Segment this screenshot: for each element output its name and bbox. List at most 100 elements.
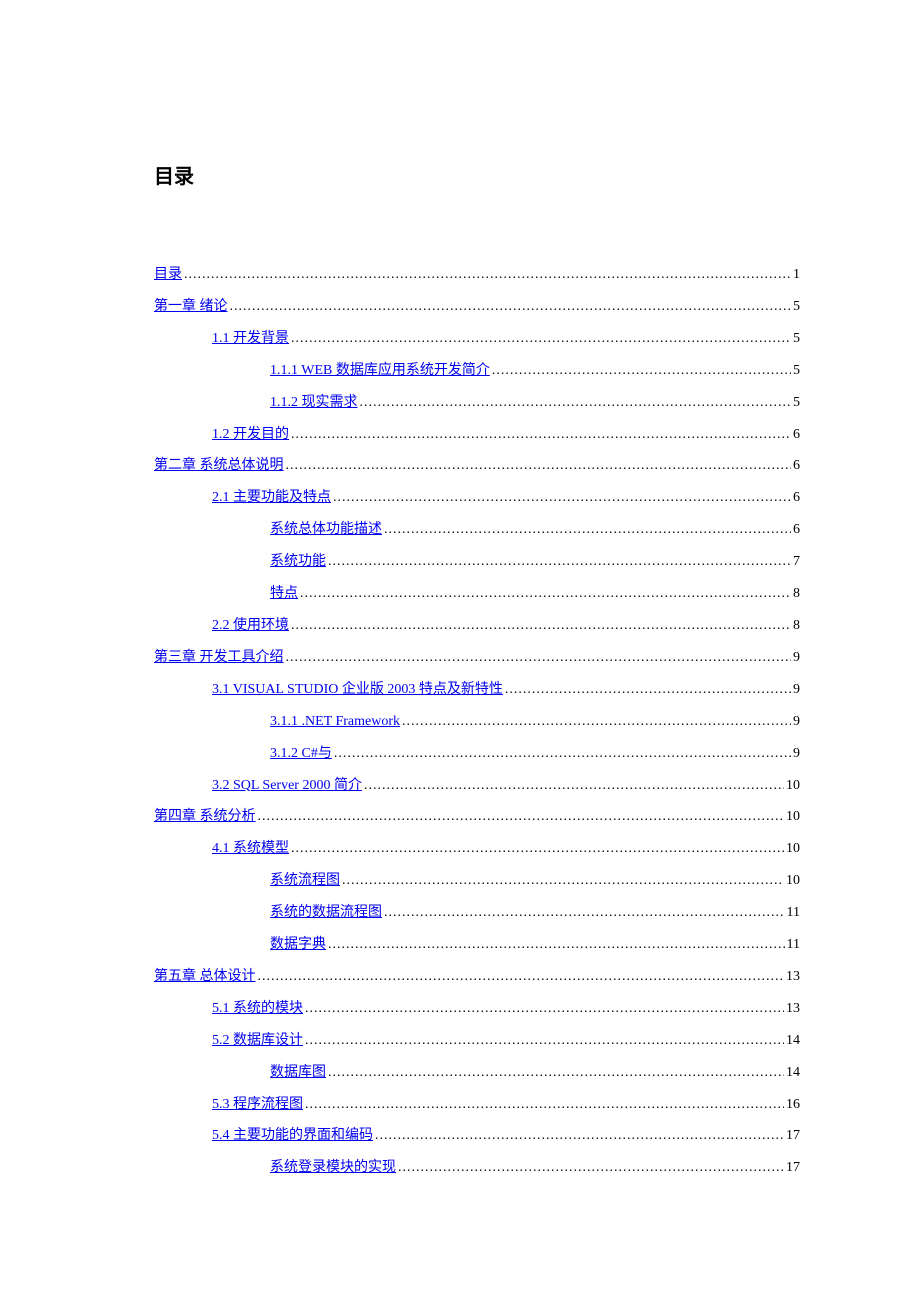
toc-leader-dots <box>300 578 791 610</box>
toc-entry: 4.1 系统模型 10 <box>154 833 800 865</box>
toc-link[interactable]: 第四章 系统分析 <box>154 801 256 833</box>
toc-entry: 1.1.1 WEB 数据库应用系统开发简介5 <box>154 355 800 387</box>
toc-entry: 数据库图14 <box>154 1057 800 1089</box>
toc-link[interactable]: 4.1 系统模型 <box>212 833 289 865</box>
toc-leader-dots <box>505 674 791 706</box>
toc-page-number: 6 <box>793 419 800 451</box>
toc-page-number: 10 <box>786 833 800 865</box>
toc-leader-dots <box>258 961 785 993</box>
toc-link[interactable]: 5.4 主要功能的界面和编码 <box>212 1120 373 1152</box>
toc-entry: 系统登录模块的实现 17 <box>154 1152 800 1184</box>
toc-page-number: 5 <box>793 387 800 419</box>
toc-link[interactable]: 第五章 总体设计 <box>154 961 256 993</box>
toc-leader-dots <box>230 291 792 323</box>
toc-page-number: 17 <box>786 1152 800 1184</box>
toc-page-number: 8 <box>793 610 800 642</box>
toc-page-number: 5 <box>793 323 800 355</box>
toc-entry: 特点8 <box>154 578 800 610</box>
toc-link[interactable]: 2.1 主要功能及特点 <box>212 482 331 514</box>
toc-entry: 目录 1 <box>154 259 800 291</box>
toc-entry: 第四章 系统分析 10 <box>154 801 800 833</box>
toc-entry: 3.1.2 C#与 9 <box>154 738 800 770</box>
toc-leader-dots <box>364 770 784 802</box>
toc-page-number: 11 <box>787 929 800 961</box>
toc-link[interactable]: 5.1 系统的模块 <box>212 993 303 1025</box>
toc-leader-dots <box>291 419 791 451</box>
toc-leader-dots <box>328 929 785 961</box>
toc-page-number: 10 <box>786 770 800 802</box>
toc-entry: 第三章 开发工具介绍 9 <box>154 642 800 674</box>
toc-leader-dots <box>291 610 791 642</box>
toc-page-number: 11 <box>787 897 800 929</box>
toc-leader-dots <box>333 482 791 514</box>
toc-page-number: 13 <box>786 993 800 1025</box>
toc-leader-dots <box>384 514 791 546</box>
toc-page-number: 5 <box>793 291 800 323</box>
toc-link[interactable]: 系统功能 <box>270 546 326 578</box>
toc-leader-dots <box>398 1152 784 1184</box>
toc-page-number: 9 <box>793 738 800 770</box>
toc-page-number: 14 <box>786 1025 800 1057</box>
toc-link[interactable]: 系统流程图 <box>270 865 340 897</box>
toc-link[interactable]: 5.2 数据库设计 <box>212 1025 303 1057</box>
toc-link[interactable]: 5.3 程序流程图 <box>212 1089 303 1121</box>
toc-leader-dots <box>305 993 784 1025</box>
toc-link[interactable]: 2.2 使用环境 <box>212 610 289 642</box>
toc-entry: 系统流程图 10 <box>154 865 800 897</box>
toc-leader-dots <box>305 1025 784 1057</box>
toc-link[interactable]: 1.1 开发背景 <box>212 323 289 355</box>
toc-page-number: 13 <box>786 961 800 993</box>
toc-entry: 5.1 系统的模块 13 <box>154 993 800 1025</box>
toc-leader-dots <box>402 706 791 738</box>
toc-link[interactable]: 1.1.2 现实需求 <box>270 387 358 419</box>
toc-page-number: 9 <box>793 642 800 674</box>
toc-link[interactable]: 第三章 开发工具介绍 <box>154 642 284 674</box>
toc-entry: 第五章 总体设计 13 <box>154 961 800 993</box>
toc-link[interactable]: 3.1 VISUAL STUDIO 企业版 2003 特点及新特性 <box>212 674 503 706</box>
toc-page-number: 6 <box>793 514 800 546</box>
toc-entry: 数据字典 11 <box>154 929 800 961</box>
toc-leader-dots <box>328 1057 784 1089</box>
toc-link[interactable]: 1.2 开发目的 <box>212 419 289 451</box>
toc-link[interactable]: 系统登录模块的实现 <box>270 1152 396 1184</box>
toc-link[interactable]: 1.1.1 WEB 数据库应用系统开发简介 <box>270 355 490 387</box>
toc-leader-dots <box>384 897 785 929</box>
toc-leader-dots <box>258 801 785 833</box>
toc-link[interactable]: 系统总体功能描述 <box>270 514 382 546</box>
toc-link[interactable]: 3.2 SQL Server 2000 简介 <box>212 770 362 802</box>
toc-link[interactable]: 数据字典 <box>270 929 326 961</box>
toc-entry: 5.4 主要功能的界面和编码 17 <box>154 1120 800 1152</box>
toc-page-number: 16 <box>786 1089 800 1121</box>
toc-page-number: 17 <box>786 1120 800 1152</box>
toc-leader-dots <box>286 450 792 482</box>
toc-link[interactable]: 目录 <box>154 259 182 291</box>
toc-link[interactable]: 第二章 系统总体说明 <box>154 450 284 482</box>
toc-link[interactable]: 3.1.1 .NET Framework <box>270 706 400 738</box>
toc-leader-dots <box>305 1089 784 1121</box>
toc-page-number: 6 <box>793 450 800 482</box>
toc-leader-dots <box>334 738 791 770</box>
toc-entry: 3.1.1 .NET Framework 9 <box>154 706 800 738</box>
toc-page-number: 9 <box>793 674 800 706</box>
toc-link[interactable]: 特点 <box>270 578 298 610</box>
toc-link[interactable]: 第一章 绪论 <box>154 291 228 323</box>
toc-leader-dots <box>375 1120 784 1152</box>
toc-entry: 第一章 绪论 5 <box>154 291 800 323</box>
toc-link[interactable]: 系统的数据流程图 <box>270 897 382 929</box>
toc-page-number: 1 <box>793 259 800 291</box>
toc-entry: 5.2 数据库设计 14 <box>154 1025 800 1057</box>
toc-leader-dots <box>286 642 792 674</box>
toc-entry: 系统总体功能描述 6 <box>154 514 800 546</box>
toc-entry: 1.2 开发目的 6 <box>154 419 800 451</box>
toc-page-number: 9 <box>793 706 800 738</box>
toc-entry: 1.1.2 现实需求 5 <box>154 387 800 419</box>
toc-page-number: 10 <box>786 801 800 833</box>
toc-entry: 5.3 程序流程图 16 <box>154 1089 800 1121</box>
toc-leader-dots <box>342 865 784 897</box>
toc-page-number: 10 <box>786 865 800 897</box>
toc-list: 目录1第一章 绪论51.1 开发背景51.1.1 WEB 数据库应用系统开发简介… <box>154 259 800 1184</box>
toc-link[interactable]: 3.1.2 C#与 <box>270 738 332 770</box>
toc-page-number: 6 <box>793 482 800 514</box>
toc-entry: 1.1 开发背景 5 <box>154 323 800 355</box>
toc-link[interactable]: 数据库图 <box>270 1057 326 1089</box>
